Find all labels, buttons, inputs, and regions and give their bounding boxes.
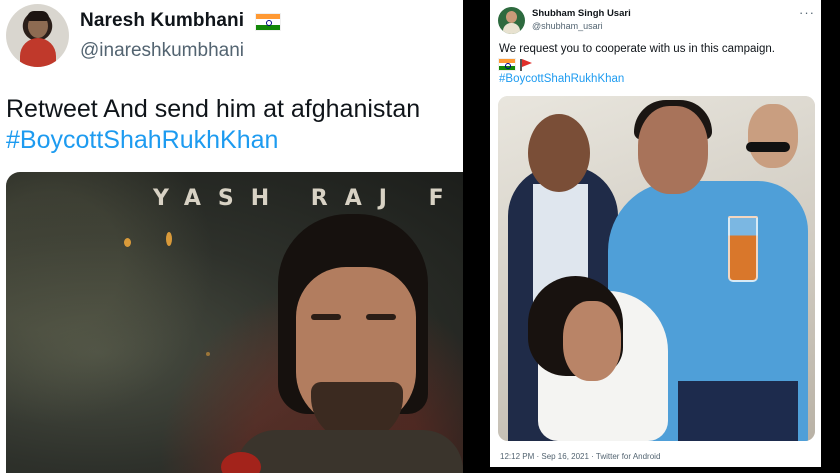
- media-overlay-text: YASH RAJ F: [153, 186, 461, 211]
- left-tweet-hashtag[interactable]: #BoycottShahRukhKhan: [6, 124, 278, 156]
- right-tweet-media[interactable]: [498, 96, 815, 441]
- left-tweet-text: Retweet And send him at afghanistan: [6, 95, 421, 123]
- tweet-timestamp[interactable]: 12:12 PM · Sep 16, 2021 · Twitter for An…: [500, 452, 660, 461]
- tweet-emoji-row: [499, 59, 539, 71]
- red-flag-icon: [520, 59, 532, 71]
- right-author-name[interactable]: Shubham Singh Usari: [532, 8, 631, 19]
- left-tweet-media[interactable]: YASH RAJ F: [6, 172, 463, 473]
- left-author-name[interactable]: Naresh Kumbhani: [80, 10, 244, 32]
- right-author-handle[interactable]: @shubham_usari: [532, 21, 603, 31]
- right-tweet-card: Shubham Singh Usari @shubham_usari ··· W…: [490, 0, 821, 467]
- right-tweet-hashtag[interactable]: #BoycottShahRukhKhan: [499, 73, 624, 85]
- india-flag-icon: [499, 59, 515, 71]
- left-tweet-card: Naresh Kumbhani @inareshkumbhani Retweet…: [0, 0, 463, 473]
- more-options-icon[interactable]: ···: [799, 5, 815, 20]
- left-author-avatar[interactable]: [6, 4, 69, 67]
- right-author-avatar[interactable]: [498, 7, 525, 34]
- right-tweet-text: We request you to cooperate with us in t…: [499, 43, 775, 55]
- left-author-handle[interactable]: @inareshkumbhani: [80, 40, 244, 62]
- india-flag-icon: [256, 14, 280, 30]
